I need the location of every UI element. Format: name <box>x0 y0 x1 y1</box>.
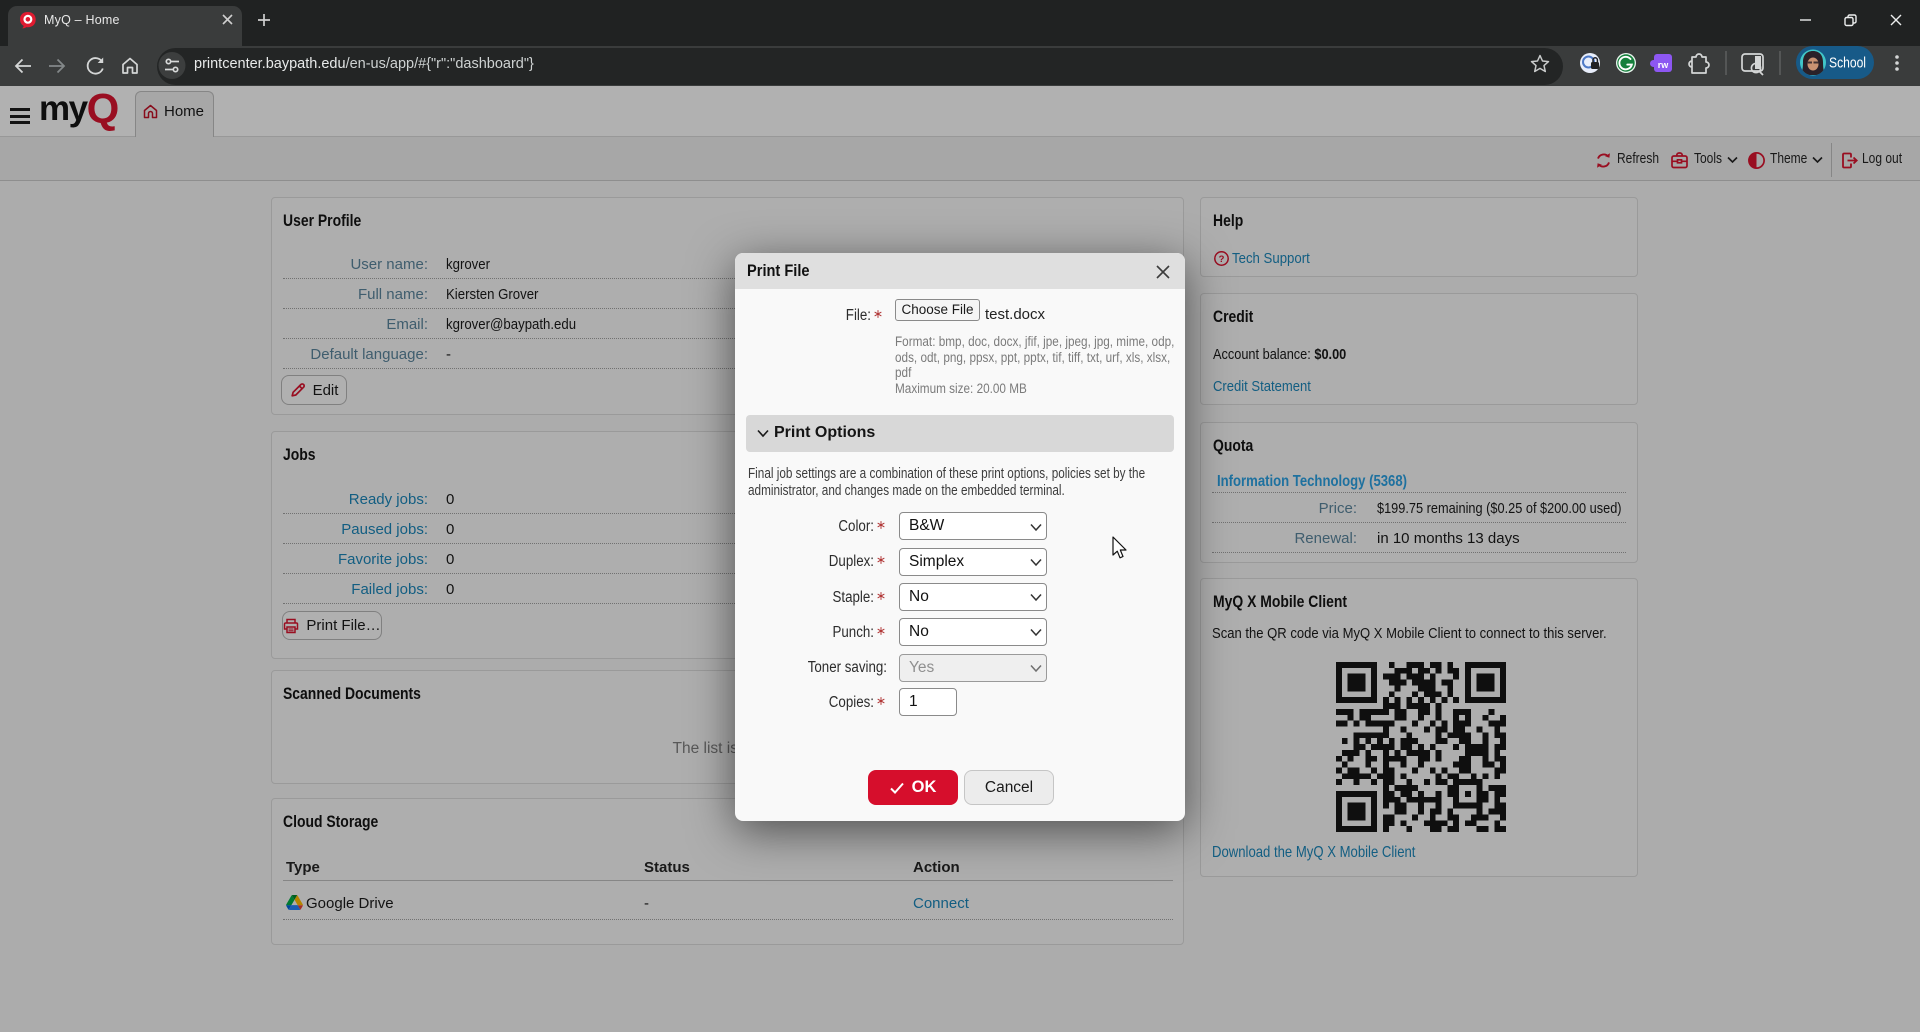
svg-text:School: School <box>1829 56 1866 72</box>
svg-text:rw: rw <box>1658 60 1670 70</box>
